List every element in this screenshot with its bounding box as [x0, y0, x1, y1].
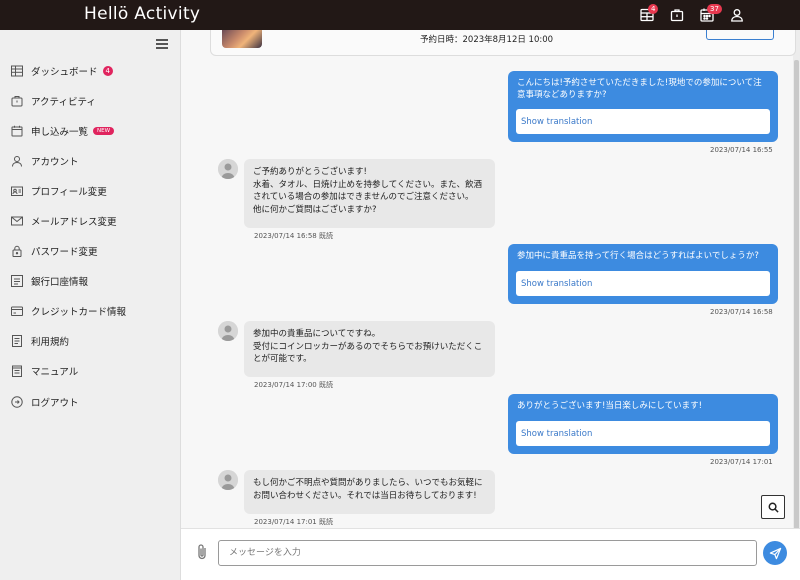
sidebar-item-password[interactable]: パスワード変更 [0, 237, 180, 265]
sidebar-item-account[interactable]: アカウント [0, 147, 180, 175]
sidebar-item-logout[interactable]: ログアウト [0, 388, 180, 416]
sidebar-item-label: 申し込み一覧 [31, 127, 89, 138]
message-timestamp: 2023/07/14 16:58 [710, 308, 773, 316]
message-line: とが可能です。 [253, 354, 312, 364]
document-icon [11, 335, 23, 347]
outgoing-message: 参加中に貴重品を持って行く場合はどうすればよいでしょうか? Show trans… [508, 244, 778, 304]
count-badge: 4 [102, 66, 113, 76]
sidebar-item-label: クレジットカード情報 [31, 307, 127, 318]
envelope-icon [11, 215, 23, 227]
new-tag: NEW [93, 127, 115, 135]
activity-thumbnail [222, 30, 262, 48]
search-messages-button[interactable] [761, 495, 785, 519]
message-text: ありがとうございます!当日楽しみにしています! [517, 401, 703, 411]
app-logo[interactable]: Hellö Activity [84, 4, 200, 24]
sidebar-item-label: マニュアル [31, 367, 79, 378]
search-icon [768, 502, 779, 513]
sidebar-item-activity[interactable]: アクティビティ [0, 87, 180, 115]
incoming-message: もし何かご不明点や質問がありましたら、いつでもお気軽に お問い合わせください。そ… [244, 470, 495, 514]
message-text: 参加中に貴重品を持って行く場合はどうすればよいでしょうか? [517, 251, 759, 261]
sidebar-item-dashboard[interactable]: ダッシュボード 4 [0, 57, 180, 85]
sidebar-item-terms[interactable]: 利用規約 [0, 327, 180, 355]
message-text: こんにちは!予約させていただきました!現地での参加について注意事項などありますか… [517, 78, 762, 100]
sidebar-item-label: ダッシュボード [31, 67, 98, 78]
message-timestamp: 2023/07/14 16:58 既読 [254, 232, 333, 240]
top-navigation-bar: Hellö Activity 4 37 [0, 0, 800, 30]
attach-file-icon[interactable] [195, 543, 209, 561]
sidebar-item-email[interactable]: メールアドレス変更 [0, 207, 180, 235]
table-icon [11, 65, 23, 77]
logout-icon [11, 396, 23, 408]
send-button[interactable] [763, 541, 787, 565]
notification-badge: 4 [648, 4, 659, 14]
show-translation-button[interactable]: Show translation [516, 421, 770, 446]
chat-scrollbar[interactable] [793, 30, 800, 540]
incoming-message: ご予約ありがとうございます! 水着、タオル、日焼け止めを持参してください。また、… [244, 159, 495, 228]
incoming-message: 参加中の貴重品についてですね。 受付にコインロッカーがあるのでそちらでお預けいた… [244, 321, 495, 377]
sidebar-item-label: 利用規約 [31, 337, 70, 348]
send-icon [769, 547, 781, 559]
booking-date: 予約日時：2023年8月12日 10:00 [420, 35, 554, 45]
message-timestamp: 2023/07/14 16:55 [710, 146, 773, 154]
bank-icon [11, 275, 23, 287]
sidebar-item-label: プロフィール変更 [31, 187, 107, 198]
sidebar-item-label: アカウント [31, 157, 79, 168]
credit-card-icon [11, 305, 23, 317]
sidebar-item-credit-card[interactable]: クレジットカード情報 [0, 297, 180, 325]
message-timestamp: 2023/07/14 17:01 [710, 458, 773, 466]
message-timestamp: 2023/07/14 17:00 既読 [254, 381, 333, 389]
message-line: 参加中の貴重品についてですね。 [253, 329, 381, 339]
avatar [218, 159, 238, 179]
message-line: 水着、タオル、日焼け止めを持参してください。また、飲酒 [253, 179, 482, 190]
scrollbar-thumb[interactable] [794, 60, 799, 540]
menu-toggle-icon[interactable] [156, 39, 168, 49]
sidebar-item-label: アクティビティ [31, 97, 96, 108]
sidebar-item-label: 銀行口座情報 [31, 277, 89, 288]
sidebar-item-label: メールアドレス変更 [31, 217, 117, 228]
message-input[interactable] [218, 540, 757, 566]
notification-badge: 37 [707, 4, 722, 14]
calendar-icon [11, 125, 23, 137]
sidebar-item-applications[interactable]: 申し込み一覧 NEW [0, 117, 180, 145]
message-line: お問い合わせください。それでは当日お待ちしております! [253, 490, 477, 501]
message-line: されている場合の参加はできませんのでご注意ください。 [253, 192, 474, 202]
message-line: 他に何かご質問はございますか? [253, 204, 377, 215]
show-translation-button[interactable]: Show translation [516, 109, 770, 134]
manual-icon [11, 365, 23, 377]
person-icon [11, 155, 23, 167]
message-line: もし何かご不明点や質問がありましたら、いつでもお気軽に [253, 478, 483, 488]
profile-card-icon [11, 185, 23, 197]
sidebar-item-manual[interactable]: マニュアル [0, 357, 180, 385]
sidebar-item-label: パスワード変更 [31, 247, 98, 258]
avatar [218, 321, 238, 341]
lock-icon [11, 245, 23, 257]
message-timestamp: 2023/07/14 17:01 既読 [254, 518, 333, 526]
user-icon[interactable] [729, 7, 745, 23]
briefcase-icon [11, 95, 23, 107]
sidebar-item-bank[interactable]: 銀行口座情報 [0, 267, 180, 295]
sidebar-item-label: ログアウト [31, 398, 79, 409]
bag-icon[interactable] [669, 7, 685, 23]
outgoing-message: こんにちは!予約させていただきました!現地での参加について注意事項などありますか… [508, 71, 778, 142]
outgoing-message: ありがとうございます!当日楽しみにしています! Show translation [508, 394, 778, 454]
message-line: ご予約ありがとうございます! [253, 167, 367, 177]
message-line: 受付にコインロッカーがあるのでそちらでお預けいただくこ [253, 341, 483, 352]
show-translation-button[interactable]: Show translation [516, 271, 770, 296]
booking-detail-button[interactable] [706, 30, 774, 40]
sidebar-item-profile[interactable]: プロフィール変更 [0, 177, 180, 205]
avatar [218, 470, 238, 490]
